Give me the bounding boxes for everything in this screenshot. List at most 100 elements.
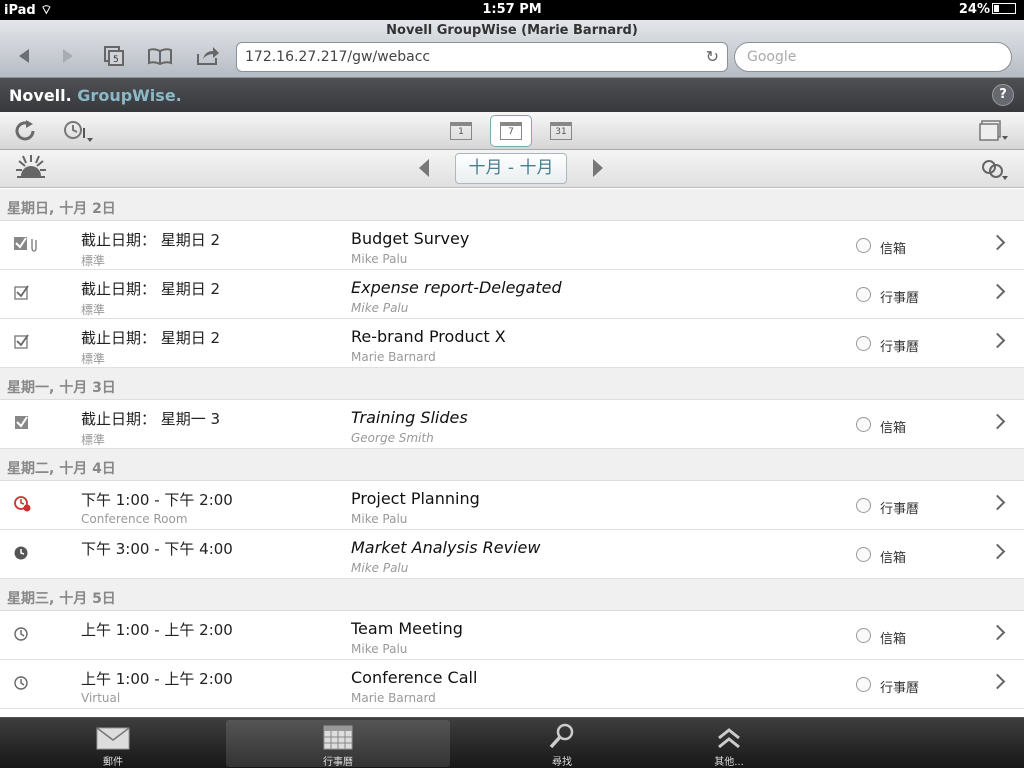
item-select-radio[interactable]: [856, 336, 871, 351]
day-header: 星期三, 十月 5日: [0, 579, 1024, 611]
browser-search-field[interactable]: Google: [734, 42, 1012, 72]
calendar-stack-icon: [979, 120, 1008, 141]
book-icon: [148, 48, 172, 66]
item-location: 信箱: [880, 421, 907, 436]
item-subject: Market Analysis Review: [351, 538, 541, 557]
calendar-list-button[interactable]: [978, 116, 1010, 146]
item-select-radio[interactable]: [856, 287, 871, 302]
pages-icon: 5: [104, 46, 124, 66]
calendar-item-row[interactable]: 下午 1:00 - 下午 2:00 Conference Room Project …: [0, 481, 1024, 530]
calendar-item-row[interactable]: 上午 1:00 - 上午 2:00 Team Meeting Mike Palu 信箱: [0, 611, 1024, 660]
item-detail: 標準: [81, 303, 106, 317]
item-location: 行事曆: [880, 502, 920, 517]
item-from: Mike Palu: [351, 252, 408, 266]
battery-indicator: 24%: [959, 2, 1016, 17]
item-select-radio[interactable]: [856, 547, 871, 562]
bookmarks-button[interactable]: [146, 44, 174, 68]
back-button[interactable]: [10, 44, 38, 68]
url-text: 172.16.27.217/gw/webacc: [245, 49, 431, 65]
tab-mail[interactable]: 郵件: [1, 720, 225, 768]
item-from: Mike Palu: [351, 561, 409, 575]
item-select-radio[interactable]: [856, 677, 871, 692]
calendar-item-row[interactable]: 上午 1:00 - 上午 2:00 Virtual Conference Call M…: [0, 660, 1024, 709]
tab-calendar[interactable]: 行事曆: [226, 720, 450, 768]
day-view-button[interactable]: 1: [440, 115, 482, 147]
item-time: 下午 3:00 - 下午 4:00: [81, 540, 233, 558]
appointment-accepted-icon: [13, 544, 33, 562]
today-button[interactable]: [14, 152, 48, 182]
item-detail: 標準: [81, 254, 106, 268]
item-select-radio[interactable]: [856, 628, 871, 643]
chevron-right-icon[interactable]: [989, 543, 1006, 560]
refresh-button[interactable]: [12, 116, 40, 146]
bottom-tab-bar: 郵件 行事曆 尋找 其他...: [0, 717, 1024, 768]
chevron-right-icon[interactable]: [989, 283, 1006, 300]
item-from: Marie Barnard: [351, 350, 436, 364]
item-time: 上午 1:00 - 上午 2:00: [81, 621, 233, 639]
tab-more[interactable]: 其他...: [617, 720, 841, 768]
chevron-right-icon[interactable]: [989, 413, 1006, 430]
item-subject: Expense report-Delegated: [351, 278, 562, 297]
battery-icon: [992, 3, 1016, 14]
item-location: 行事曆: [880, 340, 920, 355]
tab-label: 郵件: [103, 757, 123, 768]
chevron-right-icon[interactable]: [989, 494, 1006, 511]
calendar-item-row[interactable]: 截止日期： 星期一 3 標準 Training Slides George Smith…: [0, 400, 1024, 449]
chevron-right-icon[interactable]: [989, 673, 1006, 690]
refresh-icon: [15, 120, 35, 141]
item-subject: Team Meeting: [351, 619, 463, 638]
item-time: 下午 1:00 - 下午 2:00: [81, 491, 233, 509]
calendar-icon: [323, 725, 353, 750]
item-location: 信箱: [880, 632, 907, 647]
item-from: Marie Barnard: [351, 691, 436, 705]
svg-text:5: 5: [113, 55, 119, 65]
item-subject: Project Planning: [351, 489, 480, 508]
chevron-right-icon[interactable]: [989, 624, 1006, 641]
item-time: 截止日期： 星期日 2: [81, 231, 221, 249]
ios-status-bar: iPad ⌔ 1:57 PM 24%: [0, 0, 1024, 20]
calendar-item-row[interactable]: 截止日期： 星期日 2 標準 Budget Survey Mike Palu 信箱: [0, 221, 1024, 270]
item-location: 行事曆: [880, 291, 920, 306]
month-view-button[interactable]: 31: [540, 115, 582, 147]
clock: 1:57 PM: [482, 2, 542, 17]
help-button[interactable]: ?: [992, 84, 1014, 106]
calendar-item-row[interactable]: 下午 3:00 - 下午 4:00 Market Analysis Review M…: [0, 530, 1024, 579]
filter-button[interactable]: [980, 154, 1010, 184]
calendar-item-row[interactable]: 截止日期： 星期日 2 標準 Expense report-Delegated Mik…: [0, 270, 1024, 319]
appointment-clock-icon: [13, 674, 33, 692]
forward-button[interactable]: [54, 44, 82, 68]
calendar-item-row[interactable]: 截止日期： 星期日 2 標準 Re-brand Product X Marie Bar…: [0, 319, 1024, 368]
week-view-button[interactable]: 7: [490, 115, 532, 147]
task-checkbox-icon: [13, 333, 33, 351]
item-subject: Training Slides: [351, 408, 468, 427]
url-field[interactable]: 172.16.27.217/gw/webacc ↻: [236, 42, 728, 72]
day-header: 星期日, 十月 2日: [0, 189, 1024, 221]
date-navigation-bar: 十月 - 十月: [0, 150, 1024, 188]
date-range-button[interactable]: 十月 - 十月: [455, 153, 567, 184]
clock-history-icon: [64, 121, 93, 142]
day-calendar-icon: 1: [450, 122, 472, 140]
reload-icon[interactable]: ↻: [706, 47, 719, 66]
app-header: Novell. GroupWise. ?: [0, 78, 1024, 112]
item-select-radio[interactable]: [856, 238, 871, 253]
previous-range-arrow[interactable]: [419, 159, 429, 177]
next-range-arrow[interactable]: [593, 159, 603, 177]
item-subject: Budget Survey: [351, 229, 470, 248]
item-detail: Virtual: [81, 691, 121, 705]
linked-rings-icon: [982, 160, 1008, 180]
groupwise-logo: Novell. GroupWise.: [9, 86, 182, 105]
share-icon: [197, 47, 219, 65]
task-done-attachment-icon: [13, 235, 37, 253]
task-checkbox-icon: [13, 284, 33, 302]
item-subject: Conference Call: [351, 668, 478, 687]
item-time: 截止日期： 星期一 3: [81, 410, 221, 428]
item-select-radio[interactable]: [856, 417, 871, 432]
chevron-right-icon[interactable]: [989, 332, 1006, 349]
item-subject: Re-brand Product X: [351, 327, 506, 346]
share-button[interactable]: [194, 44, 222, 68]
pages-button[interactable]: 5: [100, 44, 128, 68]
item-location: 行事曆: [880, 681, 920, 696]
history-button[interactable]: [62, 116, 94, 146]
chevron-right-icon[interactable]: [989, 234, 1006, 251]
item-select-radio[interactable]: [856, 498, 871, 513]
